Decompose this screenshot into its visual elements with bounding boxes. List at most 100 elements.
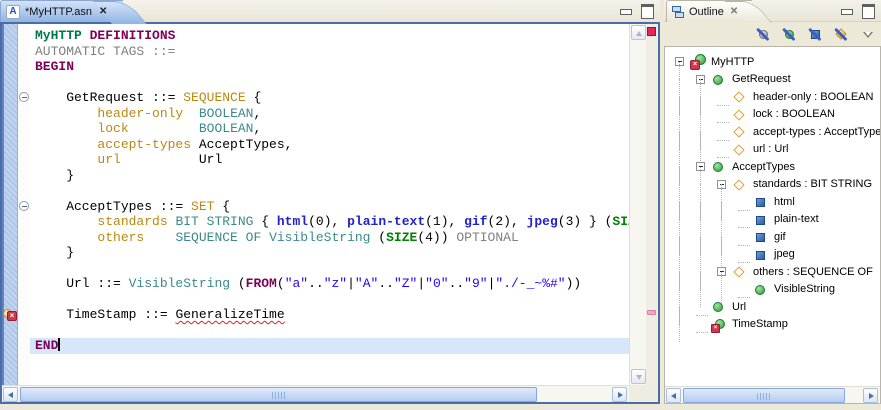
code-line[interactable] xyxy=(30,292,629,308)
code-line[interactable]: Url ::= VisibleString (FROM("a".."z"|"A"… xyxy=(30,276,629,292)
tree-item-label: plain-text xyxy=(774,213,819,226)
horizontal-scrollbar[interactable] xyxy=(2,385,658,402)
code-line[interactable] xyxy=(30,75,629,91)
scroll-right-icon[interactable] xyxy=(863,388,878,403)
close-icon[interactable]: ✕ xyxy=(730,6,738,17)
error-marker-icon[interactable]: × xyxy=(3,307,18,322)
minimize-icon[interactable] xyxy=(618,3,633,16)
code-line[interactable] xyxy=(30,183,629,199)
code-line[interactable]: standards BIT STRING { html(0), plain-te… xyxy=(30,214,629,230)
tree-item-label: standards : BIT STRING xyxy=(753,178,873,191)
editor-tab-bar: A *MyHTTP.asn ✕ xyxy=(0,0,660,22)
view-menu-icon[interactable] xyxy=(861,26,875,42)
code-line[interactable]: TimeStamp ::= GeneralizeTime xyxy=(30,307,629,323)
outline-view: Outline ✕ MyHTTP GetRequest header-only : … xyxy=(664,0,881,405)
tree-item-lock[interactable]: lock : BOOLEAN xyxy=(675,96,880,132)
tree-item-myhttp[interactable]: MyHTTP xyxy=(675,53,880,71)
tree-item-timestamp[interactable]: TimeStamp xyxy=(675,306,880,342)
value-icon xyxy=(752,194,769,209)
tree-item-html[interactable]: html xyxy=(675,184,880,219)
code-line[interactable]: others SEQUENCE OF VisibleString (SIZE(4… xyxy=(30,230,629,246)
code-line[interactable]: BEGIN xyxy=(30,59,629,75)
tree-item-label: MyHTTP xyxy=(711,55,755,68)
code-line[interactable]: AcceptTypes ::= SET { xyxy=(30,199,629,215)
code-line[interactable]: url Url xyxy=(30,152,629,168)
tree-item-label: VisibleString xyxy=(774,283,835,296)
tree-item-label: others : SEQUENCE OF xyxy=(753,265,873,278)
code-line[interactable]: } xyxy=(30,245,629,261)
hide-objects-filter-icon[interactable] xyxy=(755,26,772,42)
hide-types-filter-icon[interactable] xyxy=(781,26,798,42)
scrollbar-corner xyxy=(629,385,658,402)
close-icon[interactable]: ✕ xyxy=(99,6,107,17)
tree-item-label: accept-types : AcceptTypes xyxy=(753,125,880,138)
scroll-left-icon[interactable] xyxy=(666,388,681,403)
type-icon xyxy=(710,72,727,87)
tree-item-accept-types[interactable]: accept-types : AcceptTypes xyxy=(675,114,880,149)
tree-item-standards[interactable]: standards : BIT STRING xyxy=(675,166,880,202)
outline-horizontal-scrollbar[interactable] xyxy=(665,386,880,403)
tree-item-visiblestring[interactable]: VisibleString xyxy=(675,271,880,307)
code-line[interactable] xyxy=(30,261,629,277)
scrollbar-thumb[interactable] xyxy=(20,387,537,402)
scroll-right-icon[interactable] xyxy=(612,387,627,402)
tree-item-getrequest[interactable]: GetRequest xyxy=(675,61,880,97)
tree-item-label: url : Url xyxy=(753,143,789,156)
hide-values-filter-icon[interactable] xyxy=(807,26,824,42)
overview-error-summary-icon[interactable] xyxy=(647,27,656,36)
code-line[interactable]: AUTOMATIC TAGS ::= xyxy=(30,44,629,60)
tree-item-gif[interactable]: gif xyxy=(675,219,880,254)
hide-fields-filter-icon[interactable] xyxy=(833,26,850,42)
tree-item-plain-text[interactable]: plain-text xyxy=(675,201,880,237)
field-icon xyxy=(731,177,748,192)
tree-item-label: header-only : BOOLEAN xyxy=(753,90,874,103)
tree-item-url[interactable]: url : Url xyxy=(675,131,880,167)
text-caret xyxy=(58,338,61,351)
field-icon xyxy=(731,264,748,279)
tree-item-accepttypes[interactable]: AcceptTypes xyxy=(675,149,880,184)
code-line[interactable]: } xyxy=(30,168,629,184)
editor-tab-myhttp[interactable]: A *MyHTTP.asn ✕ xyxy=(0,0,124,22)
code-line[interactable] xyxy=(30,323,629,339)
overview-ruler[interactable] xyxy=(646,24,658,385)
code-line[interactable]: GetRequest ::= SEQUENCE { xyxy=(30,90,629,106)
minimize-icon[interactable] xyxy=(839,3,854,16)
collapse-icon[interactable] xyxy=(19,92,29,102)
field-icon xyxy=(731,124,748,139)
scrollbar-thumb[interactable] xyxy=(683,388,845,403)
type-icon xyxy=(710,299,727,314)
tree-item-others[interactable]: others : SEQUENCE OF xyxy=(675,254,880,289)
outline-tab-bar: Outline ✕ xyxy=(664,0,881,22)
outline-tab[interactable]: Outline ✕ xyxy=(666,0,753,22)
tree-item-label: AcceptTypes xyxy=(732,160,795,173)
field-icon xyxy=(731,89,748,104)
overview-error-position-icon[interactable] xyxy=(647,310,656,315)
tree-item-jpeg[interactable]: jpeg xyxy=(675,236,880,272)
tree-item-label: html xyxy=(774,195,795,208)
maximize-icon[interactable] xyxy=(860,3,875,19)
outline-frame: MyHTTP GetRequest header-only : BOOLEAN loc… xyxy=(664,46,881,404)
collapse-icon[interactable] xyxy=(19,200,29,211)
scroll-left-icon[interactable] xyxy=(3,387,18,402)
code-line[interactable]: END xyxy=(30,338,629,354)
editor-tab-title: *MyHTTP.asn xyxy=(25,5,93,18)
scroll-down-icon[interactable] xyxy=(631,369,646,384)
annotation-ruler: × xyxy=(2,24,18,385)
code-line[interactable]: MyHTTP DEFINITIONS xyxy=(30,28,629,44)
code-line[interactable]: accept-types AcceptTypes, xyxy=(30,137,629,153)
editor-area: A *MyHTTP.asn ✕ × MyHTTP DEFINITIONS AUTO… xyxy=(0,0,660,405)
type-icon xyxy=(710,159,727,174)
code-editor[interactable]: MyHTTP DEFINITIONS AUTOMATIC TAGS ::= BEGI… xyxy=(30,24,629,385)
tree-item-url[interactable]: Url xyxy=(675,289,880,324)
code-line[interactable]: header-only BOOLEAN, xyxy=(30,106,629,122)
outline-tab-title: Outline xyxy=(689,5,724,18)
code-line[interactable]: lock BOOLEAN, xyxy=(30,121,629,137)
tree-item-header-only[interactable]: header-only : BOOLEAN xyxy=(675,79,880,114)
maximize-icon[interactable] xyxy=(639,3,654,19)
field-icon xyxy=(731,107,748,122)
folding-margin xyxy=(18,24,30,385)
value-icon xyxy=(752,229,769,244)
scroll-up-icon[interactable] xyxy=(631,25,646,40)
tree-item-label: GetRequest xyxy=(732,73,791,86)
vertical-scrollbar[interactable] xyxy=(629,24,646,385)
